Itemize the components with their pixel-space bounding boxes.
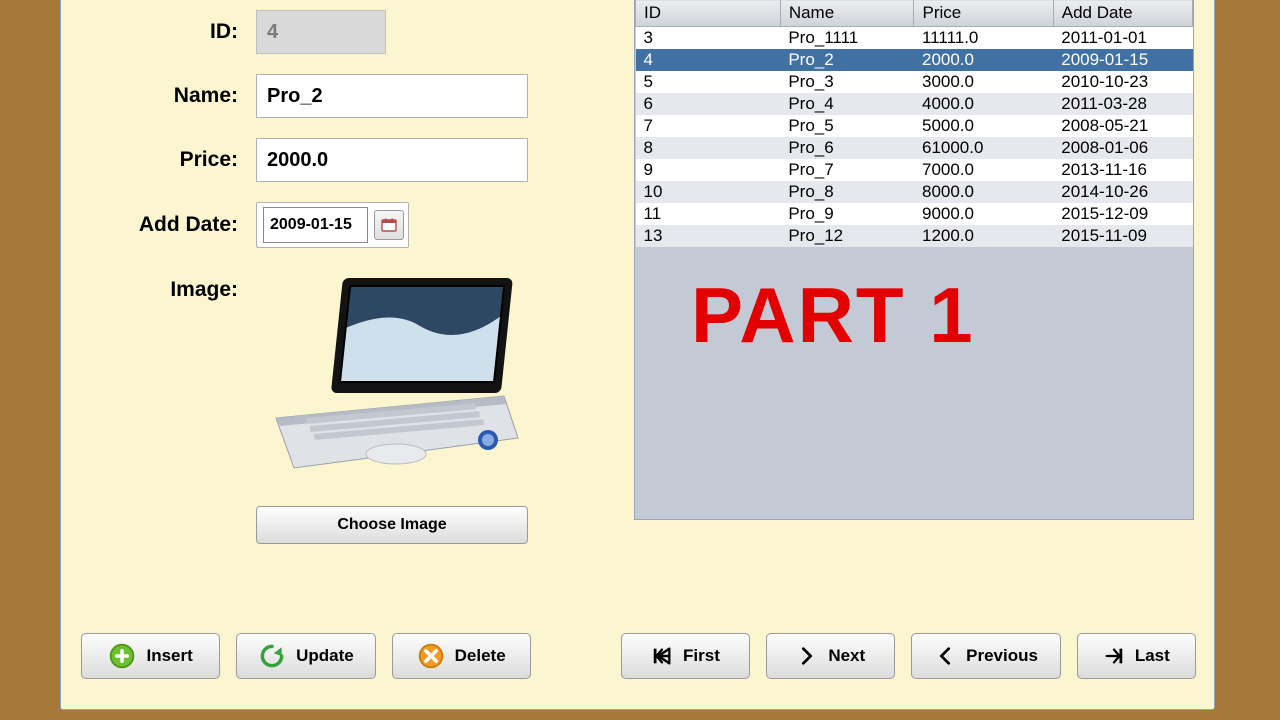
cell-add_date[interactable]: 2011-01-01 xyxy=(1053,27,1192,50)
price-label: Price: xyxy=(81,148,256,172)
cell-name[interactable]: Pro_9 xyxy=(780,203,914,225)
cell-add_date[interactable]: 2014-10-26 xyxy=(1053,181,1192,203)
last-button[interactable]: Last xyxy=(1077,633,1196,679)
cell-id[interactable]: 4 xyxy=(636,49,781,71)
table-row[interactable]: 9Pro_77000.02013-11-16 xyxy=(636,159,1193,181)
data-table-container[interactable]: ID Name Price Add Date 3Pro_111111111.02… xyxy=(634,0,1194,520)
cell-price[interactable]: 61000.0 xyxy=(914,137,1053,159)
cell-name[interactable]: Pro_12 xyxy=(780,225,914,247)
cell-add_date[interactable]: 2008-05-21 xyxy=(1053,115,1192,137)
cell-add_date[interactable]: 2013-11-16 xyxy=(1053,159,1192,181)
cell-name[interactable]: Pro_4 xyxy=(780,93,914,115)
cell-price[interactable]: 2000.0 xyxy=(914,49,1053,71)
next-icon xyxy=(796,645,818,667)
next-label: Next xyxy=(828,646,865,666)
table-row[interactable]: 13Pro_121200.02015-11-09 xyxy=(636,225,1193,247)
table-header-row: ID Name Price Add Date xyxy=(636,0,1193,27)
name-field[interactable] xyxy=(256,74,528,118)
cell-id[interactable]: 8 xyxy=(636,137,781,159)
data-table[interactable]: ID Name Price Add Date 3Pro_111111111.02… xyxy=(635,0,1193,247)
cell-id[interactable]: 9 xyxy=(636,159,781,181)
cell-name[interactable]: Pro_3 xyxy=(780,71,914,93)
app-window: ID: Name: Price: Add Date: xyxy=(60,0,1215,710)
toolbar: Insert Update Delete xyxy=(81,633,1196,679)
last-label: Last xyxy=(1135,646,1170,666)
cell-id[interactable]: 3 xyxy=(636,27,781,50)
delete-label: Delete xyxy=(455,646,506,666)
update-label: Update xyxy=(296,646,354,666)
cell-id[interactable]: 5 xyxy=(636,71,781,93)
col-id[interactable]: ID xyxy=(636,0,781,27)
cell-add_date[interactable]: 2011-03-28 xyxy=(1053,93,1192,115)
cell-id[interactable]: 13 xyxy=(636,225,781,247)
calendar-icon xyxy=(381,218,397,232)
table-row[interactable]: 3Pro_111111111.02011-01-01 xyxy=(636,27,1193,50)
choose-image-button[interactable]: Choose Image xyxy=(256,506,528,544)
name-label: Name: xyxy=(81,84,256,108)
cell-price[interactable]: 4000.0 xyxy=(914,93,1053,115)
date-picker-button[interactable] xyxy=(374,210,404,240)
insert-label: Insert xyxy=(146,646,192,666)
cell-price[interactable]: 7000.0 xyxy=(914,159,1053,181)
cell-add_date[interactable]: 2008-01-06 xyxy=(1053,137,1192,159)
cell-add_date[interactable]: 2010-10-23 xyxy=(1053,71,1192,93)
price-field[interactable] xyxy=(256,138,528,182)
previous-label: Previous xyxy=(966,646,1038,666)
update-button[interactable]: Update xyxy=(236,633,375,679)
cell-name[interactable]: Pro_8 xyxy=(780,181,914,203)
cell-price[interactable]: 1200.0 xyxy=(914,225,1053,247)
cell-add_date[interactable]: 2015-11-09 xyxy=(1053,225,1192,247)
table-row[interactable]: 11Pro_99000.02015-12-09 xyxy=(636,203,1193,225)
table-row[interactable]: 10Pro_88000.02014-10-26 xyxy=(636,181,1193,203)
product-image xyxy=(256,268,534,476)
col-price[interactable]: Price xyxy=(914,0,1053,27)
id-label: ID: xyxy=(81,20,256,44)
cell-name[interactable]: Pro_7 xyxy=(780,159,914,181)
cell-price[interactable]: 9000.0 xyxy=(914,203,1053,225)
cell-id[interactable]: 6 xyxy=(636,93,781,115)
cell-name[interactable]: Pro_6 xyxy=(780,137,914,159)
delete-button[interactable]: Delete xyxy=(392,633,531,679)
first-button[interactable]: First xyxy=(621,633,750,679)
table-row[interactable]: 4Pro_22000.02009-01-15 xyxy=(636,49,1193,71)
cell-name[interactable]: Pro_2 xyxy=(780,49,914,71)
cell-price[interactable]: 8000.0 xyxy=(914,181,1053,203)
table-row[interactable]: 5Pro_33000.02010-10-23 xyxy=(636,71,1193,93)
cell-id[interactable]: 7 xyxy=(636,115,781,137)
overlay-part-label: PART 1 xyxy=(691,270,975,361)
first-icon xyxy=(651,645,673,667)
cell-price[interactable]: 11111.0 xyxy=(914,27,1053,50)
add-date-field[interactable] xyxy=(263,207,368,243)
col-name[interactable]: Name xyxy=(780,0,914,27)
col-add-date[interactable]: Add Date xyxy=(1053,0,1192,27)
cell-id[interactable]: 11 xyxy=(636,203,781,225)
last-icon xyxy=(1103,645,1125,667)
insert-button[interactable]: Insert xyxy=(81,633,220,679)
cell-name[interactable]: Pro_1111 xyxy=(780,27,914,50)
table-row[interactable]: 7Pro_55000.02008-05-21 xyxy=(636,115,1193,137)
delete-icon xyxy=(417,642,445,670)
previous-button[interactable]: Previous xyxy=(911,633,1060,679)
image-label: Image: xyxy=(81,268,256,302)
cell-name[interactable]: Pro_5 xyxy=(780,115,914,137)
previous-icon xyxy=(934,645,956,667)
date-picker xyxy=(256,202,409,248)
cell-price[interactable]: 3000.0 xyxy=(914,71,1053,93)
laptop-illustration xyxy=(256,268,534,476)
cell-id[interactable]: 10 xyxy=(636,181,781,203)
id-field xyxy=(256,10,386,54)
cell-price[interactable]: 5000.0 xyxy=(914,115,1053,137)
plus-icon xyxy=(108,642,136,670)
next-button[interactable]: Next xyxy=(766,633,895,679)
cell-add_date[interactable]: 2015-12-09 xyxy=(1053,203,1192,225)
form-panel: ID: Name: Price: Add Date: xyxy=(81,10,641,544)
table-row[interactable]: 8Pro_661000.02008-01-06 xyxy=(636,137,1193,159)
cell-add_date[interactable]: 2009-01-15 xyxy=(1053,49,1192,71)
refresh-icon xyxy=(258,642,286,670)
table-row[interactable]: 6Pro_44000.02011-03-28 xyxy=(636,93,1193,115)
add-date-label: Add Date: xyxy=(81,213,256,237)
first-label: First xyxy=(683,646,720,666)
